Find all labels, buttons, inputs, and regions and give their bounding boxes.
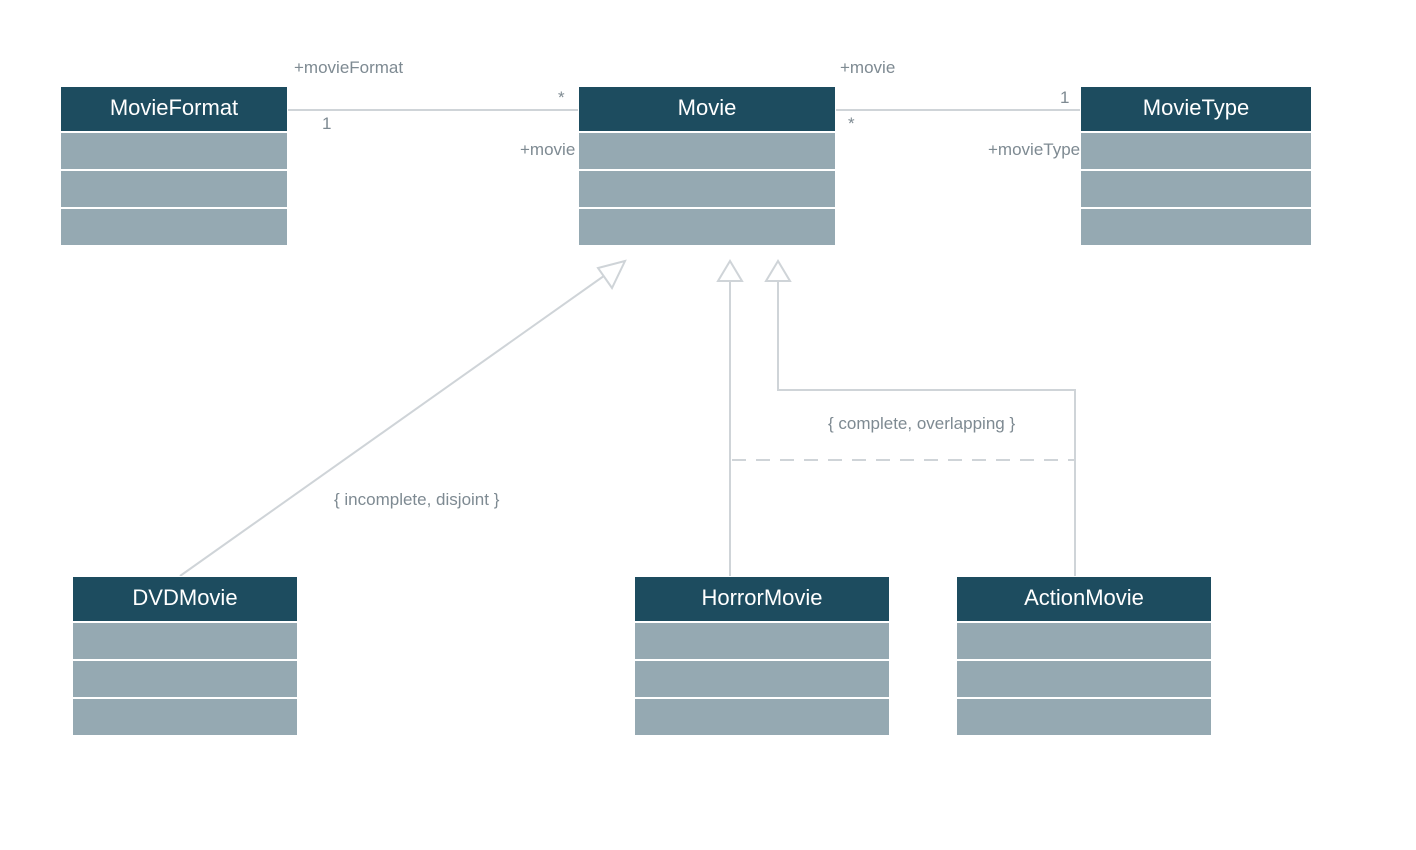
class-row xyxy=(579,169,835,207)
class-movieformat-title: MovieFormat xyxy=(61,87,287,131)
class-row xyxy=(1081,207,1311,245)
class-movietype-title: MovieType xyxy=(1081,87,1311,131)
constraint-incomplete-disjoint: { incomplete, disjoint } xyxy=(334,490,499,510)
class-row xyxy=(635,697,889,735)
class-row xyxy=(61,169,287,207)
class-actionmovie-title: ActionMovie xyxy=(957,577,1211,621)
mult-one-right: 1 xyxy=(1060,88,1069,108)
class-dvdmovie: DVDMovie xyxy=(72,576,298,736)
class-row xyxy=(957,659,1211,697)
class-row xyxy=(635,621,889,659)
class-dvdmovie-title: DVDMovie xyxy=(73,577,297,621)
role-movie-top: +movie xyxy=(840,58,895,78)
class-row xyxy=(635,659,889,697)
mult-star-right: * xyxy=(848,114,855,134)
class-movie-title: Movie xyxy=(579,87,835,131)
class-row xyxy=(61,131,287,169)
class-row xyxy=(1081,131,1311,169)
class-row xyxy=(61,207,287,245)
class-row xyxy=(73,621,297,659)
class-row xyxy=(957,697,1211,735)
class-row xyxy=(579,131,835,169)
role-movieformat: +movieFormat xyxy=(294,58,403,78)
class-row xyxy=(73,659,297,697)
class-horrormovie: HorrorMovie xyxy=(634,576,890,736)
class-row xyxy=(579,207,835,245)
class-movie: Movie xyxy=(578,86,836,246)
class-movietype: MovieType xyxy=(1080,86,1312,246)
class-row xyxy=(73,697,297,735)
role-movietype: +movieType xyxy=(988,140,1080,160)
mult-one-left: 1 xyxy=(322,114,331,134)
class-row xyxy=(1081,169,1311,207)
class-actionmovie: ActionMovie xyxy=(956,576,1212,736)
class-horrormovie-title: HorrorMovie xyxy=(635,577,889,621)
mult-star-left: * xyxy=(558,88,565,108)
constraint-complete-overlapping: { complete, overlapping } xyxy=(828,414,1015,434)
class-movieformat: MovieFormat xyxy=(60,86,288,246)
class-row xyxy=(957,621,1211,659)
role-movie-left: +movie xyxy=(520,140,575,160)
